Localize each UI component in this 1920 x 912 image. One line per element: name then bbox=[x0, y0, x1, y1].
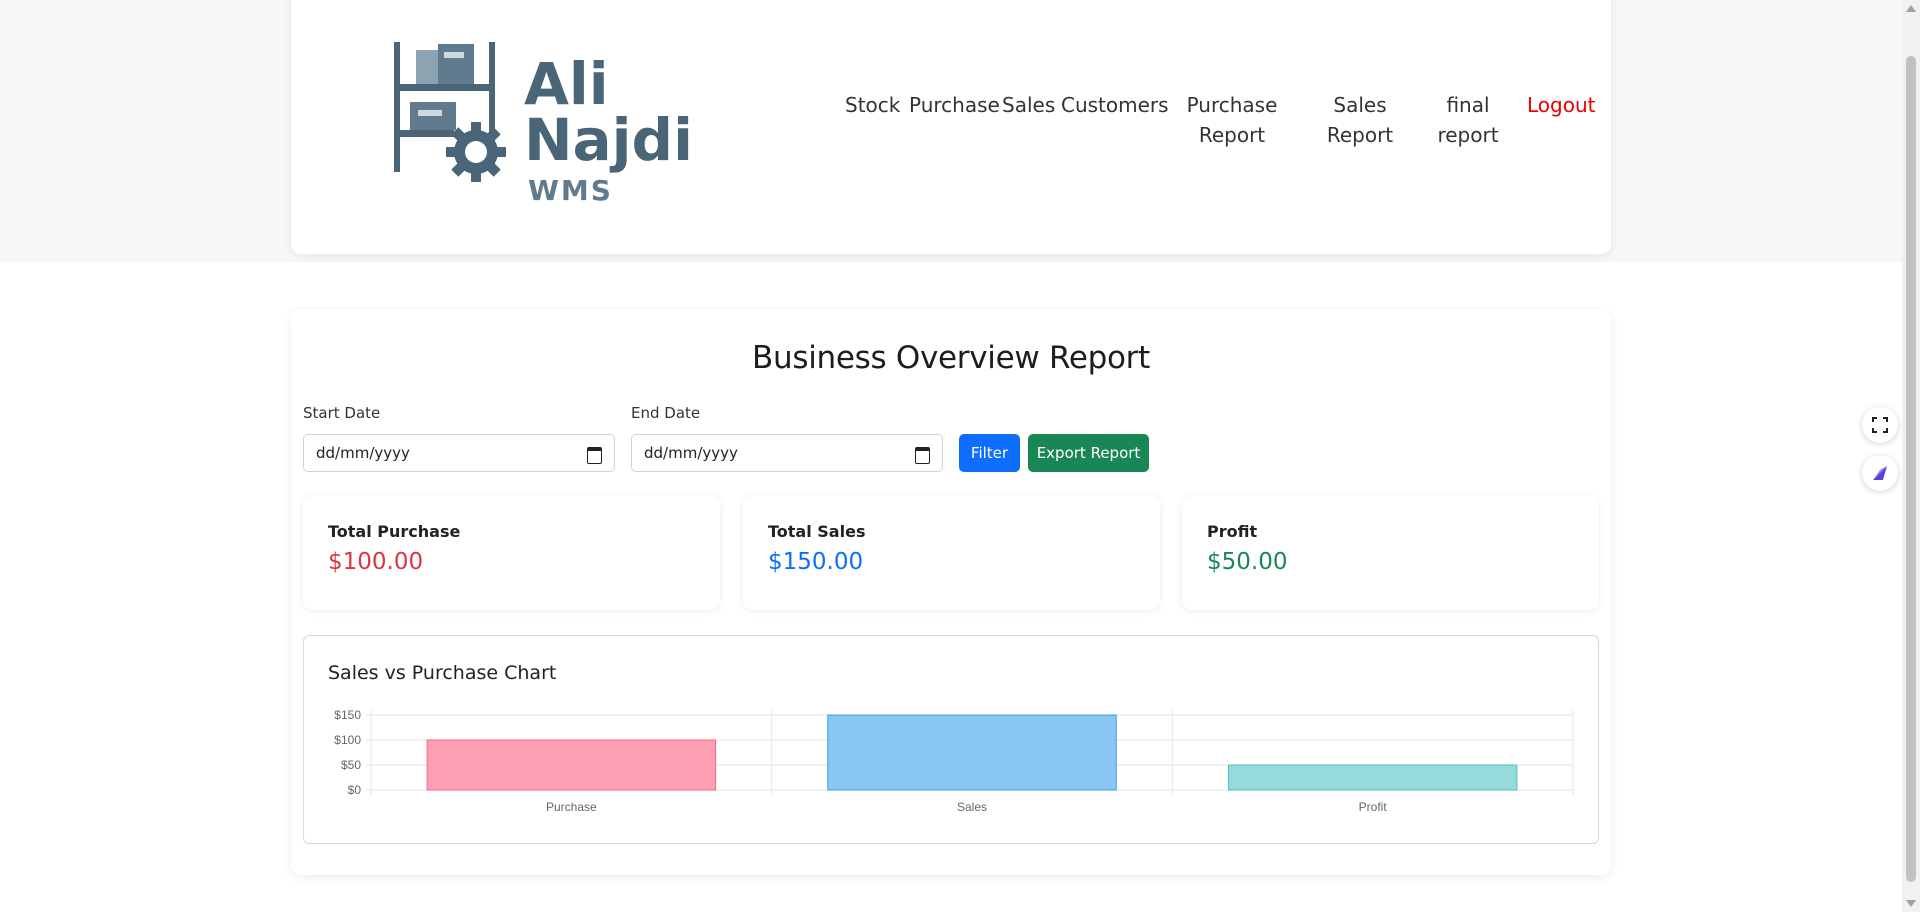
y-tick-label: $50 bbox=[341, 758, 361, 772]
main-nav: Stock Purchase Sales Customers Purchase … bbox=[0, 90, 1920, 170]
stat-card-profit: Profit $50.00 bbox=[1182, 496, 1599, 610]
y-tick-label: $150 bbox=[334, 708, 361, 722]
end-date-input[interactable]: dd/mm/yyyy bbox=[631, 434, 943, 472]
extension-icon bbox=[1873, 466, 1887, 480]
nav-final-report-line2: report bbox=[1437, 123, 1499, 147]
scroll-down-icon[interactable] bbox=[1906, 900, 1916, 907]
bar-sales bbox=[827, 714, 1117, 791]
calendar-icon[interactable] bbox=[914, 445, 930, 464]
start-date-input[interactable]: dd/mm/yyyy bbox=[303, 434, 615, 472]
nav-sales-report-line2: Report bbox=[1326, 123, 1394, 147]
nav-purchase-report-line2: Report bbox=[1198, 123, 1266, 147]
nav-purchase[interactable]: Purchase bbox=[909, 90, 1000, 120]
fullscreen-button[interactable] bbox=[1862, 407, 1898, 443]
export-report-button[interactable]: Export Report bbox=[1028, 434, 1149, 472]
nav-final-report-line1: final bbox=[1446, 93, 1490, 117]
fullscreen-icon bbox=[1872, 417, 1888, 433]
y-tick-label: $0 bbox=[348, 783, 362, 797]
nav-sales-report[interactable]: Sales Report bbox=[1320, 90, 1400, 150]
chart-card: Sales vs Purchase Chart $150 $100 $50 $0 Pur… bbox=[303, 635, 1599, 844]
nav-logout[interactable]: Logout bbox=[1527, 90, 1595, 120]
bar-profit bbox=[1227, 764, 1518, 791]
logo-line3: WMS bbox=[528, 174, 613, 207]
extension-button[interactable] bbox=[1862, 455, 1898, 491]
start-date-value: dd/mm/yyyy bbox=[316, 444, 410, 462]
stat-label: Profit bbox=[1207, 522, 1258, 541]
nav-sales-report-line1: Sales bbox=[1333, 93, 1387, 117]
bar-chart: $150 $100 $50 $0 Purchase Sales Profit bbox=[334, 708, 1574, 814]
x-tick-label: Sales bbox=[957, 800, 987, 814]
nav-purchase-report[interactable]: Purchase Report bbox=[1180, 90, 1284, 150]
x-tick-label: Profit bbox=[1359, 800, 1388, 814]
stat-value: $150.00 bbox=[768, 549, 864, 575]
stat-value: $100.00 bbox=[328, 549, 424, 575]
end-date-label: End Date bbox=[631, 404, 701, 422]
stat-value: $50.00 bbox=[1207, 549, 1288, 575]
calendar-icon[interactable] bbox=[586, 445, 602, 464]
filter-button[interactable]: Filter bbox=[959, 434, 1020, 472]
stat-label: Total Sales bbox=[768, 522, 866, 541]
stat-card-total-sales: Total Sales $150.00 bbox=[743, 496, 1160, 610]
x-tick-label: Purchase bbox=[546, 800, 597, 814]
nav-sales[interactable]: Sales bbox=[1002, 90, 1055, 120]
scrollbar[interactable] bbox=[1902, 0, 1920, 912]
scroll-up-icon[interactable] bbox=[1906, 5, 1916, 12]
nav-purchase-report-line1: Purchase bbox=[1186, 93, 1278, 117]
stat-label: Total Purchase bbox=[328, 522, 461, 541]
nav-customers[interactable]: Customers bbox=[1061, 90, 1169, 120]
y-tick-label: $100 bbox=[334, 733, 361, 747]
end-date-value: dd/mm/yyyy bbox=[644, 444, 738, 462]
nav-final-report[interactable]: final report bbox=[1432, 90, 1504, 150]
scrollbar-thumb[interactable] bbox=[1906, 56, 1916, 882]
bar-purchase bbox=[426, 739, 717, 791]
page-title: Business Overview Report bbox=[752, 340, 1150, 376]
stat-card-total-purchase: Total Purchase $100.00 bbox=[303, 496, 720, 610]
start-date-label: Start Date bbox=[303, 404, 381, 422]
nav-stock[interactable]: Stock bbox=[845, 90, 900, 120]
